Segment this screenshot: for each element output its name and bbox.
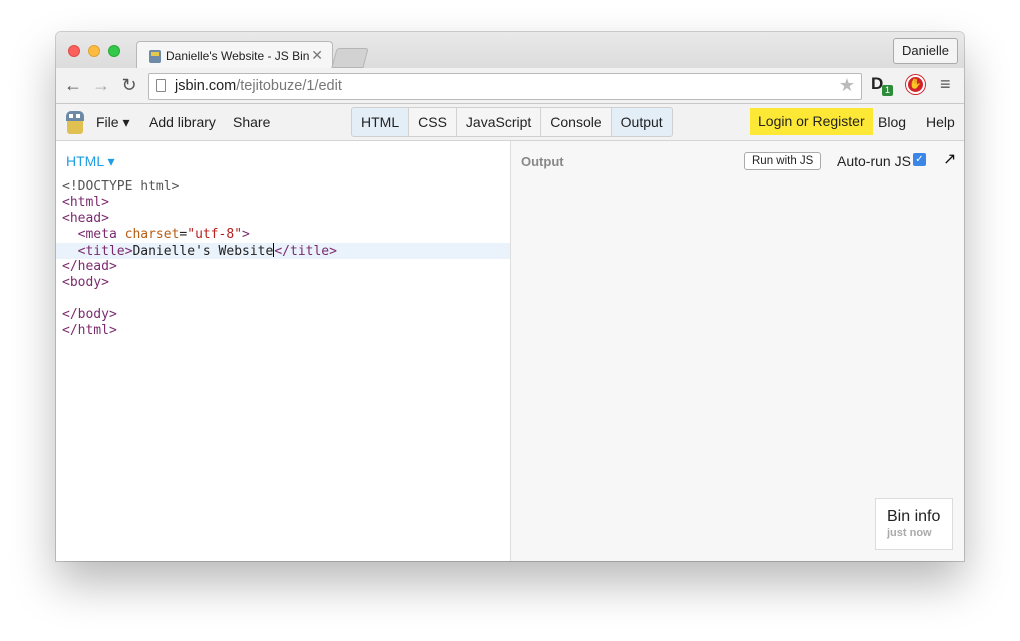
bin-info-time: just now (887, 527, 932, 539)
body-close-tag: </body> (62, 307, 117, 322)
file-menu[interactable]: File ▾ (96, 114, 129, 131)
title-text: Danielle's Website (132, 244, 274, 259)
html-editor-panel[interactable]: HTML ▾ <!DOCTYPE html> <html> <head> <me… (56, 141, 511, 561)
share-button[interactable]: Share (233, 114, 270, 130)
doctype-text: <!DOCTYPE html> (62, 179, 180, 194)
title-close-tag: </title> (274, 244, 337, 259)
code-line: <html> (62, 195, 510, 211)
profile-button[interactable]: Danielle (893, 38, 958, 64)
d-extension-icon[interactable]: D 1 (871, 74, 893, 96)
meta-open-tag: <meta (62, 227, 125, 242)
page-icon (156, 79, 166, 92)
jsbin-control-bar: File ▾ Add library Share HTML CSS JavaSc… (56, 104, 964, 141)
meta-close: > (242, 227, 250, 242)
bin-info-title: Bin info (887, 508, 941, 525)
code-line: <body> (62, 275, 510, 291)
code-line: <meta charset="utf-8"> (62, 227, 510, 243)
adblock-stop-icon[interactable]: ✋ (906, 75, 925, 94)
reload-icon[interactable]: ↻ (119, 75, 139, 96)
code-line: <head> (62, 211, 510, 227)
popout-arrow-icon[interactable]: ↗ (943, 149, 956, 169)
html-close-tag: </html> (62, 323, 117, 338)
browser-toolbar: ← → ↻ jsbin.com/tejitobuze/1/edit ★ D 1 … (56, 68, 964, 104)
blog-link[interactable]: Blog (878, 114, 906, 130)
code-line: </html> (62, 323, 510, 339)
output-panel: Output Run with JS Auto-run JS ✓ ↗ Bin i… (511, 141, 964, 561)
code-line-active: <title>Danielle's Website</title> (56, 243, 510, 259)
d-extension-badge: 1 (882, 85, 893, 96)
panel-toggles: HTML CSS JavaScript Console Output (351, 107, 673, 137)
help-link[interactable]: Help (926, 114, 955, 130)
tab-console[interactable]: Console (541, 108, 612, 136)
zoom-window-button[interactable] (108, 45, 120, 57)
back-arrow-icon[interactable]: ← (63, 75, 83, 96)
head-open-tag: <head> (62, 211, 109, 226)
auto-run-js-checkbox[interactable]: ✓ (913, 153, 926, 166)
tab-strip: Danielle's Website - JS Bin ✕ Danielle (56, 32, 964, 70)
tab-title: Danielle's Website - JS Bin (166, 49, 310, 63)
code-line: </body> (62, 307, 510, 323)
login-register-button[interactable]: Login or Register (750, 108, 873, 135)
meta-attr: charset (124, 227, 180, 242)
run-with-js-button[interactable]: Run with JS (744, 152, 822, 170)
auto-run-js-label: Auto-run JS (837, 153, 911, 169)
code-editor[interactable]: <!DOCTYPE html> <html> <head> <meta char… (56, 179, 510, 339)
tab-javascript[interactable]: JavaScript (457, 108, 542, 136)
title-open-tag: <title> (62, 244, 133, 259)
tab-close-icon[interactable]: ✕ (311, 47, 323, 64)
add-library-button[interactable]: Add library (149, 114, 216, 130)
head-close-tag: </head> (62, 259, 117, 274)
url-path: /tejitobuze/1/edit (236, 78, 342, 94)
bookmark-star-icon[interactable]: ★ (839, 75, 855, 96)
html-open-tag: <html> (62, 195, 109, 210)
body-open-tag: <body> (62, 275, 109, 290)
editor-language-dropdown[interactable]: HTML ▾ (66, 153, 115, 170)
code-line: </head> (62, 259, 510, 275)
url-text: jsbin.com/tejitobuze/1/edit (175, 78, 342, 94)
new-tab-button[interactable] (331, 48, 369, 68)
tab-css[interactable]: CSS (409, 108, 457, 136)
browser-menu-icon[interactable]: ≡ (940, 74, 951, 95)
tab-html[interactable]: HTML (352, 108, 410, 136)
jsbin-logo-icon[interactable] (66, 111, 84, 134)
browser-window: Danielle's Website - JS Bin ✕ Danielle ←… (56, 32, 964, 561)
jsbin-favicon-icon (149, 50, 161, 63)
code-line: <!DOCTYPE html> (62, 179, 510, 195)
url-domain: jsbin.com (175, 78, 237, 94)
output-label: Output (521, 154, 564, 169)
bin-info-panel[interactable]: Bin info just now (875, 498, 953, 550)
browser-tab[interactable]: Danielle's Website - JS Bin ✕ (136, 41, 333, 70)
close-window-button[interactable] (68, 45, 80, 57)
meta-value: "utf-8" (187, 227, 243, 242)
forward-arrow-icon[interactable]: → (91, 75, 111, 96)
tab-output[interactable]: Output (611, 108, 672, 136)
address-bar[interactable]: jsbin.com/tejitobuze/1/edit ★ (148, 73, 862, 100)
minimize-window-button[interactable] (88, 45, 100, 57)
